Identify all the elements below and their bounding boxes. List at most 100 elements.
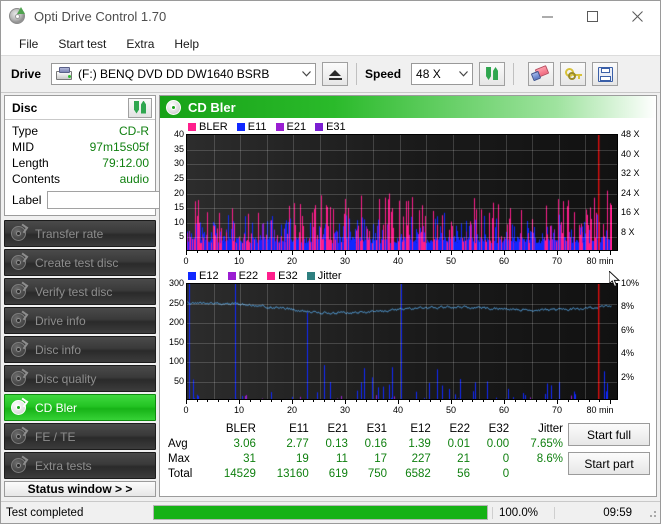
sidebar-item-disc-quality[interactable]: Disc quality [4, 365, 156, 392]
stats-col-bler: BLER [208, 422, 261, 437]
x-tick [398, 251, 399, 255]
x-tick [303, 251, 304, 253]
y2-tick-label: 16 X [621, 207, 640, 217]
x-tick [462, 400, 463, 402]
disc-row-key: Contents [12, 171, 60, 187]
x-tick-label: 70 [552, 405, 562, 415]
sidebar-item-disc-info[interactable]: Disc info [4, 336, 156, 363]
drive-label: Drive [11, 67, 41, 81]
erase-button[interactable] [528, 62, 554, 86]
sidebar-item-extra-tests[interactable]: Extra tests [4, 452, 156, 479]
x-tick [324, 251, 325, 253]
stats-corner [166, 422, 208, 437]
grid-line [346, 135, 347, 250]
key-button[interactable] [560, 62, 586, 86]
disc-panel-header: Disc [5, 96, 155, 120]
disc-row-contents: Contents audio [12, 171, 149, 187]
sidebar-item-cd-bler[interactable]: CD Bler [4, 394, 156, 421]
x-tick [599, 251, 600, 253]
disc-info-rows: Type CD-R MID 97m15s05f Length 79:12.00 … [5, 120, 155, 215]
disc-icon [11, 400, 28, 416]
grid-line [214, 135, 215, 250]
start-full-button[interactable]: Start full [568, 423, 650, 446]
resize-grip-icon[interactable] [646, 507, 658, 519]
menu-start-test[interactable]: Start test [49, 35, 115, 53]
chevron-down-icon[interactable] [454, 64, 472, 84]
eject-button[interactable] [322, 62, 348, 86]
drive-select[interactable]: (F:) BENQ DVD DD DW1640 BSRB [51, 63, 316, 85]
x-tick [260, 400, 261, 402]
x-tick [599, 400, 600, 402]
table-row: Total 14529 13160 619 750 6582 56 0 [166, 467, 568, 482]
speed-select[interactable]: 48 X [411, 63, 473, 85]
x-tick [578, 251, 579, 253]
stats-row-label: Max [166, 452, 208, 467]
y-tick-label: 300 [169, 278, 184, 288]
refresh-disc-button[interactable] [128, 98, 152, 118]
start-part-button[interactable]: Start part [568, 452, 650, 475]
menu-help[interactable]: Help [165, 35, 208, 53]
disc-row-value: audio [120, 171, 149, 187]
x-tick [228, 400, 229, 402]
save-button[interactable] [592, 62, 618, 86]
stats-cell: 19 [261, 452, 314, 467]
minimize-icon[interactable] [525, 1, 570, 32]
x-tick [366, 400, 367, 402]
disc-icon [11, 255, 28, 271]
x-tick [313, 400, 314, 402]
x-tick [228, 251, 229, 253]
legend-swatch [228, 272, 236, 280]
close-icon[interactable] [615, 1, 660, 32]
status-window-button[interactable]: Status window > > [4, 481, 156, 497]
stats-cell: 3.06 [208, 437, 261, 452]
legend-item-e32: E32 [267, 270, 298, 282]
start-buttons: Start full Start part [568, 422, 650, 494]
sidebar-item-create-test-disc[interactable]: Create test disc [4, 249, 156, 276]
stats-col-e21: E21 [314, 422, 353, 437]
disc-icon [11, 226, 28, 242]
chevron-down-icon[interactable] [297, 64, 315, 84]
sidebar-item-label: Create test disc [35, 256, 118, 270]
x-tick [430, 251, 431, 253]
sidebar-item-transfer-rate[interactable]: Transfer rate [4, 220, 156, 247]
stats-cell: 11 [314, 452, 353, 467]
toolbar-separator-1 [356, 63, 357, 85]
sidebar-item-fe-te[interactable]: FE / TE [4, 423, 156, 450]
grid-line [187, 223, 617, 224]
menu-extra[interactable]: Extra [117, 35, 163, 53]
x-tick [218, 400, 219, 402]
grid-line [240, 135, 241, 250]
main-panel-header: CD Bler [160, 96, 656, 118]
menu-file[interactable]: File [10, 35, 47, 53]
x-tick [430, 400, 431, 402]
y-tick-label: 40 [174, 129, 184, 139]
jitter-plot-area[interactable] [186, 283, 618, 400]
bler-plot-wrap: 510152025303540 8 X16 X24 X32 X40 X48 X [164, 134, 652, 251]
grid-line [400, 135, 401, 250]
grid-line [320, 135, 321, 250]
title-bar: Opti Drive Control 1.70 [1, 1, 660, 32]
menu-bar: File Start test Extra Help [1, 32, 660, 56]
refresh-icon [484, 66, 500, 82]
maximize-icon[interactable] [570, 1, 615, 32]
sidebar-item-verify-test-disc[interactable]: Verify test disc [4, 278, 156, 305]
legend-item-e12: E12 [188, 270, 219, 282]
y-tick-label: 15 [174, 202, 184, 212]
sidebar-item-drive-info[interactable]: Drive info [4, 307, 156, 334]
legend-swatch [307, 272, 315, 280]
stats-cell: 14529 [208, 467, 261, 482]
legend-label: BLER [199, 121, 228, 133]
legend-label: Jitter [318, 270, 342, 282]
x-tick-label: 20 [287, 256, 297, 266]
grid-line [426, 135, 427, 250]
disc-icon [11, 313, 28, 329]
bler-plot-area[interactable] [186, 134, 618, 251]
x-tick [525, 400, 526, 402]
refresh-button[interactable] [479, 62, 505, 86]
legend-item-jitter: Jitter [307, 270, 342, 282]
x-tick [451, 400, 452, 404]
y-tick-label: 30 [174, 158, 184, 168]
x-tick [536, 400, 537, 402]
stats-cell: 31 [208, 452, 261, 467]
toolbar-separator-2 [513, 63, 514, 85]
